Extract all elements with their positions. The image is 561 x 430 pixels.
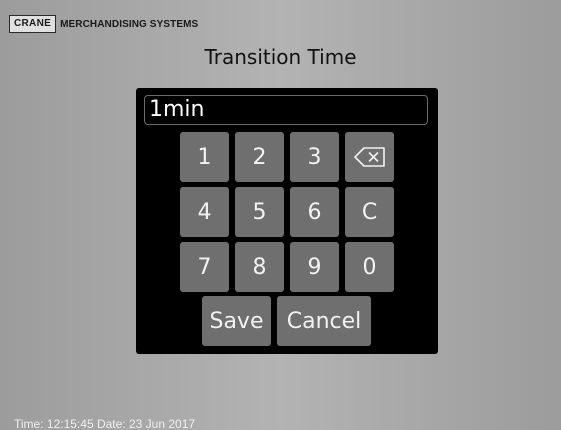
brand-header: CRANE MERCHANDISING SYSTEMS [9,15,198,33]
key-3[interactable]: 3 [290,132,339,182]
key-9[interactable]: 9 [290,242,339,292]
backspace-button[interactable] [345,132,394,182]
date-label: Date: [96,417,126,430]
save-button[interactable]: Save [202,296,271,346]
key-5[interactable]: 5 [235,187,284,237]
backspace-icon [353,146,387,168]
screen: CRANE MERCHANDISING SYSTEMS Transition T… [0,0,561,430]
key-0[interactable]: 0 [345,242,394,292]
keypad-panel: 1min 1 2 3 4 5 6 C 7 8 9 0 Save Cancel [136,88,438,354]
brand-name: MERCHANDISING SYSTEMS [60,18,199,30]
key-4[interactable]: 4 [180,187,229,237]
status-bar: Time: 12:15:45 Date: 23 Jun 2017 [14,417,195,430]
key-1[interactable]: 1 [180,132,229,182]
cancel-button[interactable]: Cancel [277,296,371,346]
crane-logo: CRANE [9,15,57,33]
time-label: Time: [14,417,44,430]
key-2[interactable]: 2 [235,132,284,182]
page-title: Transition Time [204,45,357,69]
time-value: 12:15:45 [46,417,94,430]
clear-button[interactable]: C [345,187,394,237]
value-input[interactable]: 1min [144,95,428,125]
key-7[interactable]: 7 [180,242,229,292]
date-value: 23 Jun 2017 [129,417,196,430]
key-6[interactable]: 6 [290,187,339,237]
key-8[interactable]: 8 [235,242,284,292]
